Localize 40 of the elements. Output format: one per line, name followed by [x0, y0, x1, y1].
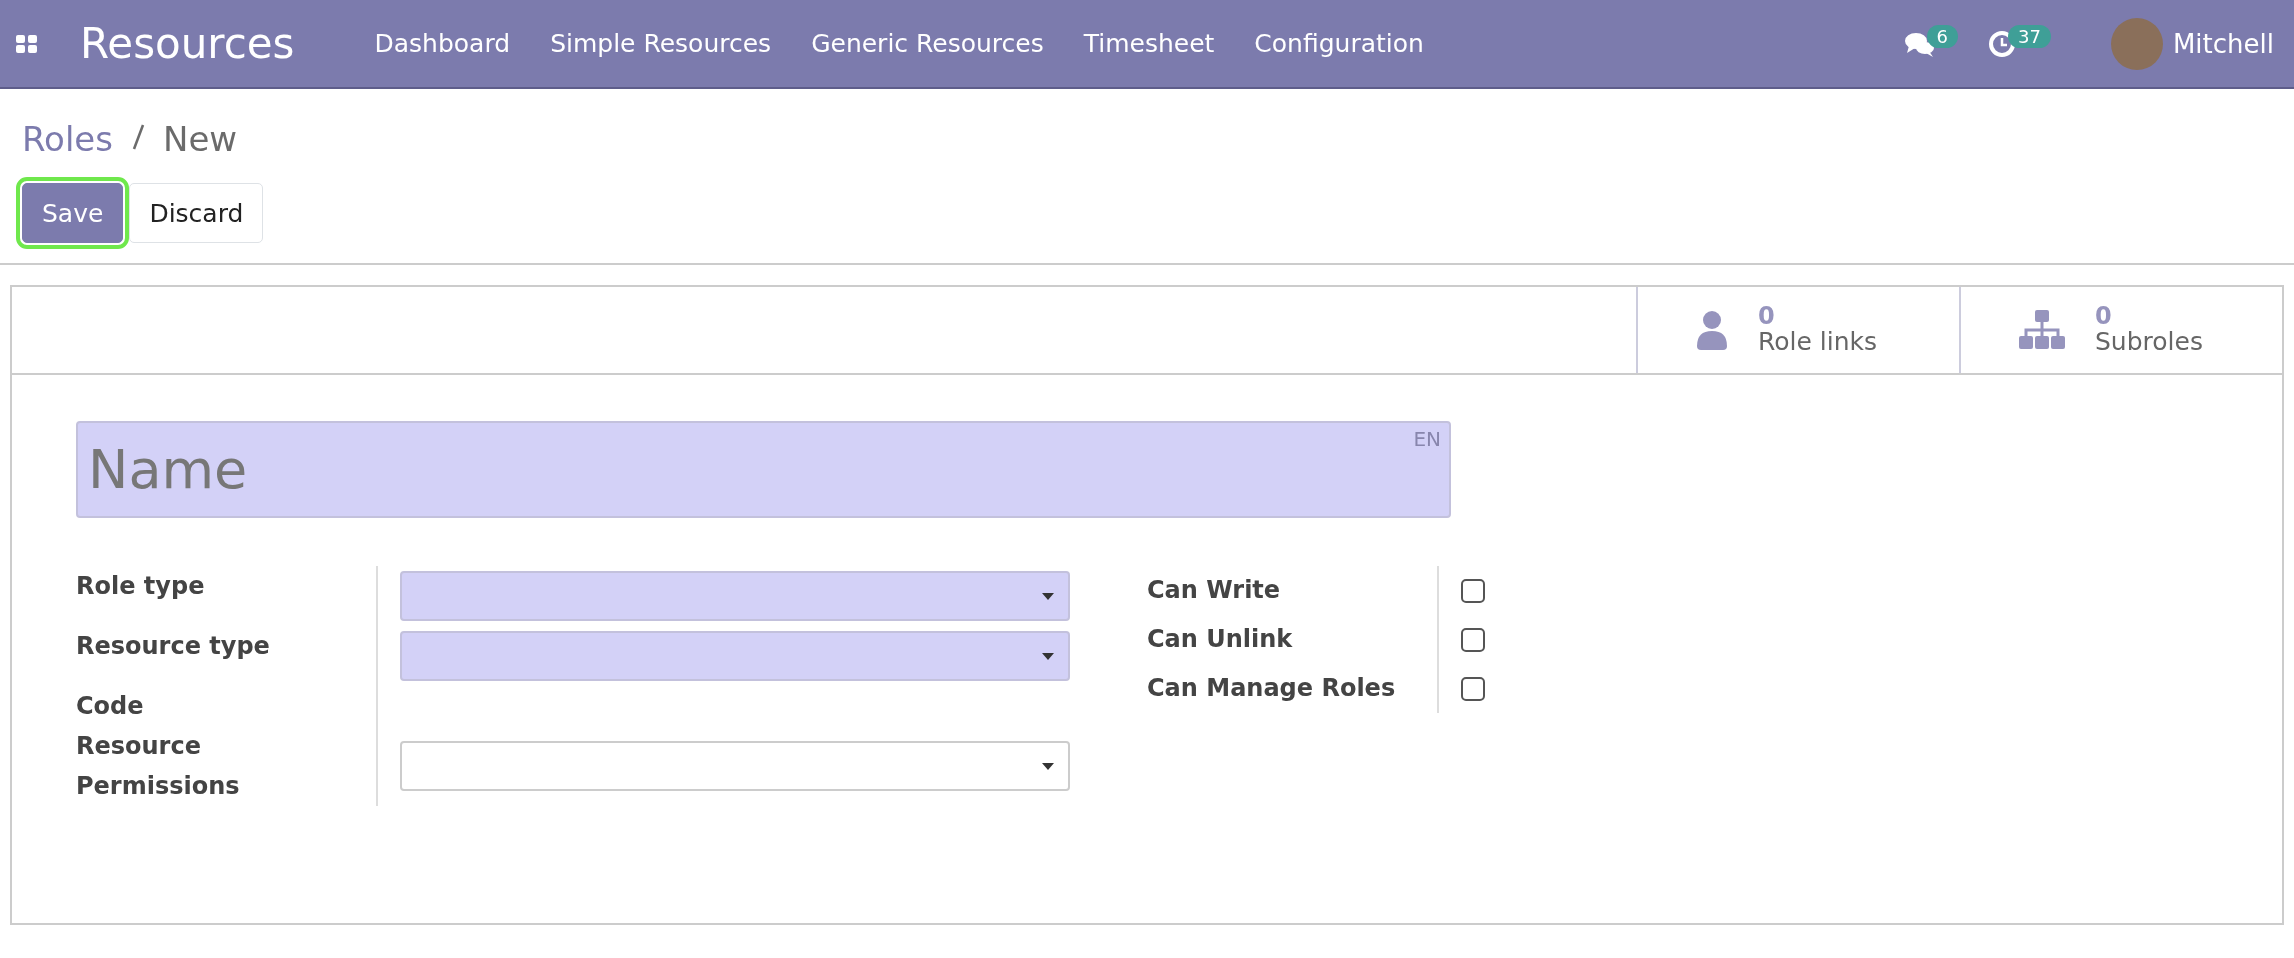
checkbox[interactable]: [1461, 578, 1485, 603]
apps-menu-icon[interactable]: [16, 32, 38, 55]
stat-count: 0: [1758, 304, 1776, 329]
checkbox[interactable]: [1461, 676, 1485, 701]
field-label: Resource type: [76, 631, 271, 662]
language-tag[interactable]: EN: [1413, 427, 1441, 451]
checkbox[interactable]: [1461, 627, 1485, 652]
person-icon: [1696, 310, 1728, 350]
breadcrumb-link[interactable]: Roles: [22, 119, 113, 159]
checkbox-label: Can Unlink: [1147, 624, 1294, 655]
menu-item[interactable]: Generic Resources: [811, 29, 1044, 58]
breadcrumb-current: New: [163, 119, 238, 159]
stat-button[interactable]: 0 Subroles: [1959, 287, 2282, 373]
caret-icon: [1042, 652, 1054, 660]
breadcrumb-separator-icon: [131, 123, 145, 151]
checkbox-label: Can Write: [1147, 575, 1282, 606]
caret-icon: [1042, 592, 1054, 600]
select-field[interactable]: [400, 741, 1070, 791]
stat-label: Subroles: [2095, 328, 2203, 356]
stat-button[interactable]: 0 Role links: [1636, 287, 1959, 373]
clock-icon[interactable]: [1988, 29, 2016, 58]
hierarchy-icon: [2019, 310, 2065, 350]
checkbox-label: Can Manage Roles: [1147, 673, 1397, 704]
field-label: Role type: [76, 571, 206, 602]
menu-item[interactable]: Timesheet: [1083, 29, 1215, 58]
field-label: Resource Permissions: [76, 731, 241, 802]
stat-label: Role links: [1758, 328, 1878, 356]
select-field[interactable]: [400, 631, 1070, 681]
activity-count-badge: 37: [2008, 25, 2051, 48]
user-name[interactable]: Mitchell: [2172, 28, 2274, 59]
field-label: Code: [76, 691, 145, 722]
stat-count: 0: [2095, 304, 2113, 329]
app-title: Resources: [80, 19, 295, 68]
discard-button[interactable]: Discard: [129, 183, 264, 243]
select-field[interactable]: [400, 571, 1070, 621]
message-count-badge: 6: [1926, 25, 1958, 48]
menu-item[interactable]: Simple Resources: [550, 29, 772, 58]
menu-item[interactable]: Configuration: [1254, 29, 1424, 58]
menu-item[interactable]: Dashboard: [374, 29, 511, 58]
caret-icon: [1042, 762, 1054, 770]
